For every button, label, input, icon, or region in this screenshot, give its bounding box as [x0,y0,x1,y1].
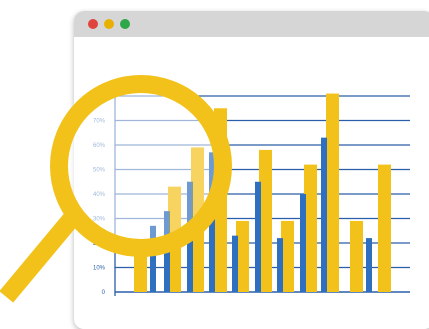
bar-blue [255,181,261,292]
bar-yellow [350,220,363,292]
bar-blue [232,235,238,292]
bar-blue [366,238,372,292]
y-tick-label: 0 [102,290,106,296]
bar-blue [277,238,283,292]
bar-chart: 010%20%30%40%50%60%70%80% [0,75,410,303]
bar-blue [300,194,306,292]
y-tick-label: 10% [93,266,106,272]
bar-yellow [326,93,339,292]
magnifier-handle [0,205,85,303]
bar-blue [321,137,327,292]
bar-yellow [378,164,391,292]
